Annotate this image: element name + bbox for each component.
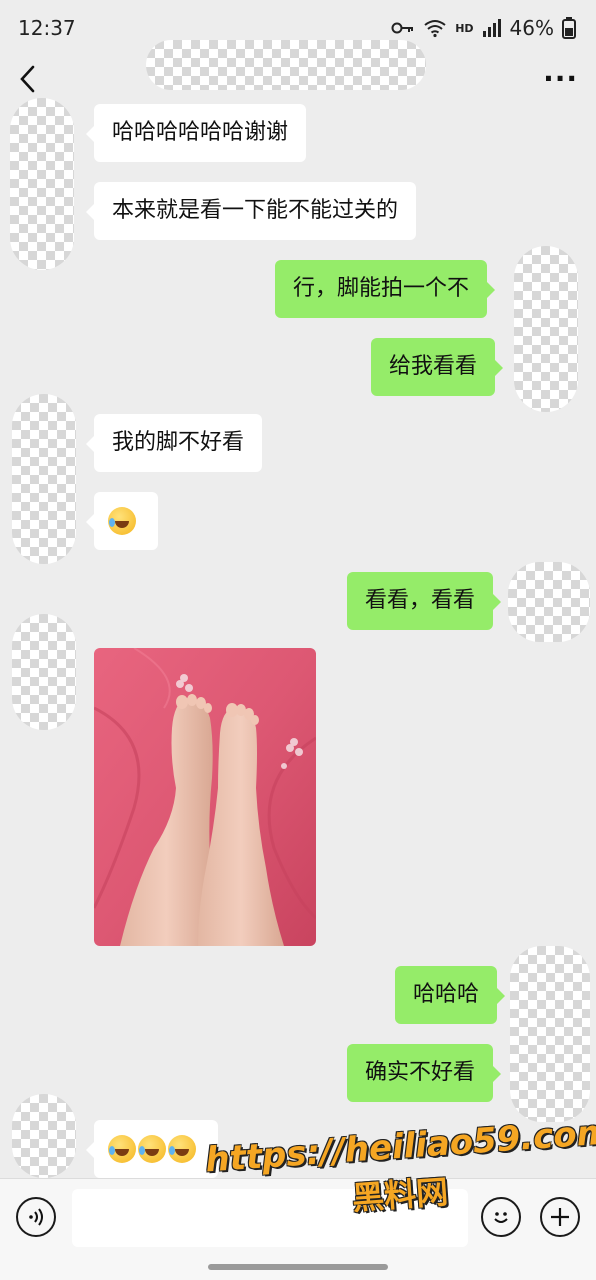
laughing-crying-emoji xyxy=(168,1135,196,1163)
voice-icon xyxy=(29,1208,43,1226)
contact-avatar[interactable] xyxy=(12,614,76,730)
key-icon xyxy=(391,22,414,34)
voice-input-button[interactable] xyxy=(16,1197,56,1237)
message-bubble-outgoing[interactable]: 确实不好看 xyxy=(347,1044,502,1102)
back-button[interactable] xyxy=(18,59,48,99)
message-bubble-incoming[interactable]: 本来就是看一下能不能过关的 xyxy=(85,182,417,240)
contact-avatar[interactable] xyxy=(12,1094,76,1178)
my-avatar[interactable] xyxy=(508,562,590,642)
laughing-crying-emoji xyxy=(108,507,136,535)
laughing-crying-emoji xyxy=(138,1135,166,1163)
message-text: 看看，看看 xyxy=(365,588,476,613)
home-indicator[interactable] xyxy=(208,1264,388,1270)
chat-title-redacted xyxy=(146,40,426,90)
feet-photo[interactable] xyxy=(94,648,316,946)
message-text: 给我看看 xyxy=(389,354,478,379)
message-bubble-outgoing[interactable]: 哈哈哈 xyxy=(395,966,506,1024)
message-text: 行，脚能拍一个不 xyxy=(293,276,470,301)
message-bubble-outgoing[interactable]: 看看，看看 xyxy=(347,572,502,630)
my-avatar[interactable] xyxy=(510,946,590,1122)
status-time: 12:37 xyxy=(18,16,76,40)
contact-avatar[interactable] xyxy=(12,394,76,564)
feet-photo-image xyxy=(94,648,316,946)
message-input[interactable] xyxy=(72,1189,468,1247)
more-options-button[interactable]: ··· xyxy=(543,65,578,93)
status-icons: HD 46% xyxy=(391,16,576,40)
message-bubble-outgoing[interactable]: 给我看看 xyxy=(371,338,504,396)
contact-avatar[interactable] xyxy=(10,98,74,270)
more-actions-button[interactable] xyxy=(540,1197,580,1237)
battery-percent: 46% xyxy=(509,16,554,40)
network-label: HD xyxy=(455,21,474,35)
battery-icon xyxy=(562,17,576,39)
message-text: 确实不好看 xyxy=(365,1060,476,1085)
message-text: 哈哈哈 xyxy=(413,982,480,1007)
wifi-icon xyxy=(424,20,446,38)
my-avatar[interactable] xyxy=(514,246,578,412)
message-bubble-incoming[interactable]: 哈哈哈哈哈哈谢谢 xyxy=(85,104,307,162)
laughing-crying-emoji xyxy=(108,1135,136,1163)
plus-icon xyxy=(551,1208,569,1226)
watermark-url: https://heiliao59.com xyxy=(204,1112,596,1181)
emoji-button[interactable] xyxy=(481,1197,521,1237)
chevron-left-icon xyxy=(20,65,35,93)
message-text: 我的脚不好看 xyxy=(112,430,245,455)
message-text: 本来就是看一下能不能过关的 xyxy=(112,198,399,223)
message-bubble-incoming[interactable]: 我的脚不好看 xyxy=(85,414,263,472)
signal-icon xyxy=(482,19,501,37)
message-bubble-incoming[interactable] xyxy=(86,1120,218,1178)
message-bubble-outgoing[interactable]: 行，脚能拍一个不 xyxy=(275,260,496,318)
message-bubble-incoming[interactable] xyxy=(86,492,158,550)
emoji-icon xyxy=(494,1212,508,1223)
message-text: 哈哈哈哈哈哈谢谢 xyxy=(112,120,289,145)
